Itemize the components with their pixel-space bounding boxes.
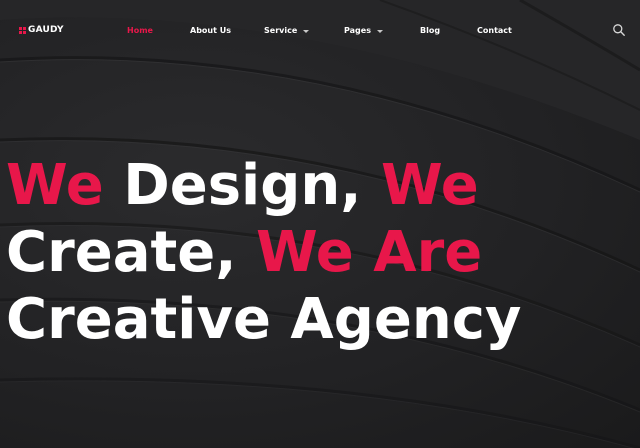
main-navbar: GAUDY Home About Us Service Pages Blog C…: [0, 0, 640, 60]
nav-item-label: Pages: [344, 25, 371, 35]
hero-line-2: Create, We Are: [6, 219, 606, 286]
logo-mark-icon: [19, 26, 26, 34]
nav-item-label: Blog: [420, 25, 441, 35]
nav-item-blog[interactable]: Blog: [420, 24, 440, 36]
search-icon: [613, 24, 625, 36]
hero-plain-text: Design,: [103, 153, 381, 218]
hero-accent-word: We: [6, 153, 104, 218]
page: GAUDY Home About Us Service Pages Blog C…: [0, 0, 640, 448]
nav-item-about-us[interactable]: About Us: [190, 24, 231, 36]
nav-item-label: Contact: [477, 25, 512, 35]
hero-plain-text: Creative Agency: [6, 287, 522, 352]
nav-item-home[interactable]: Home: [127, 24, 153, 36]
nav-item-label: About Us: [190, 25, 231, 35]
hero-accent-word: We: [380, 153, 479, 218]
brand-name: GAUDY: [28, 25, 64, 35]
nav-item-pages[interactable]: Pages: [344, 24, 383, 36]
hero-accent-word: We Are: [256, 220, 483, 285]
nav-item-contact[interactable]: Contact: [477, 24, 512, 36]
nav-item-service[interactable]: Service: [264, 24, 310, 36]
brand-logo[interactable]: GAUDY: [19, 22, 64, 38]
chevron-down-icon: [376, 29, 383, 33]
hero-plain-text: Create,: [6, 220, 257, 285]
chevron-down-icon: [303, 29, 310, 33]
hero-heading: We Design, We Create, We Are Creative Ag…: [6, 152, 606, 353]
hero-line-3: Creative Agency: [6, 286, 606, 353]
search-button[interactable]: [612, 22, 626, 36]
hero-line-1: We Design, We: [6, 152, 606, 219]
nav-item-label: Home: [127, 25, 153, 35]
nav-item-label: Service: [264, 25, 298, 35]
